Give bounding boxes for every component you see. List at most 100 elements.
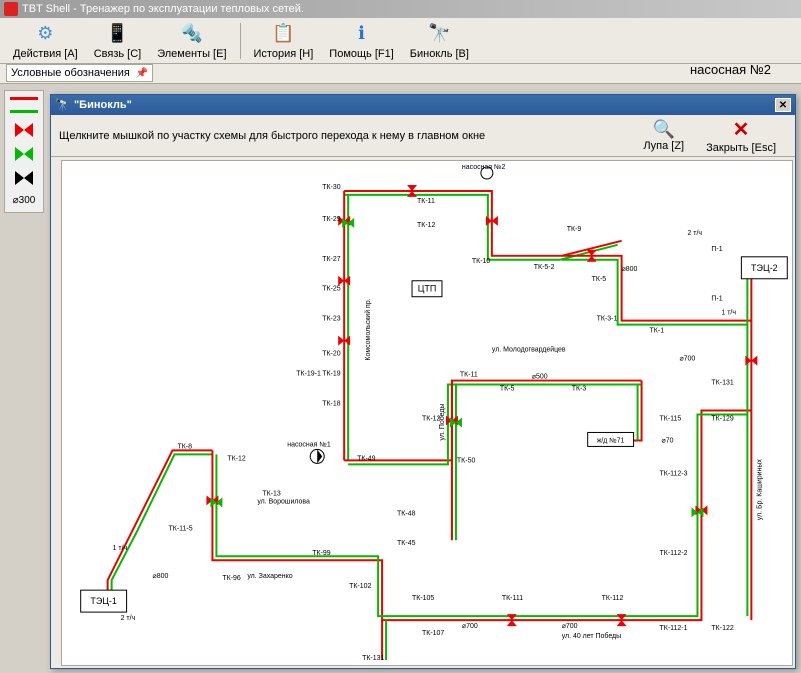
svg-text:ТК-19: ТК-19 [322,371,341,378]
tec1-label: ТЭЦ-1 [90,596,117,606]
pump1-label: насосная №1 [287,441,331,448]
svg-text:ул. Молодогвардейцев: ул. Молодогвардейцев [492,346,566,354]
svg-text:ул. Бр. Кашириных: ул. Бр. Кашириных [756,459,763,521]
svg-text:ТК-11-5: ТК-11-5 [169,525,193,532]
svg-text:ТК-112-1: ТК-112-1 [660,625,688,632]
svg-text:ТК-49: ТК-49 [357,455,376,462]
binocle-title-text: "Бинокль" [74,99,132,111]
svg-text:ТК-111: ТК-111 [502,595,523,602]
svg-text:Комсомольский пр.: Комсомольский пр. [364,298,372,360]
gear-icon: ⚙ [33,22,57,46]
svg-text:1 т/ч: 1 т/ч [113,545,128,552]
svg-text:ТК-11: ТК-11 [417,198,435,205]
schema-canvas[interactable]: ТЭЦ-1 ТЭЦ-2 ЦТП ж/д №71 насосная №1 насо… [61,160,793,666]
svg-text:ТК-8: ТК-8 [177,443,192,450]
history-icon: 📋 [271,22,295,46]
zhd71-label: ж/д №71 [597,437,625,444]
svg-text:ТК-3-1: ТК-3-1 [597,316,618,323]
svg-text:ТК-131: ТК-131 [711,380,733,387]
svg-text:ТК-102: ТК-102 [349,583,371,590]
actions-label: Действия [A] [13,48,78,60]
history-label: История [H] [254,48,314,60]
svg-text:ТК-12: ТК-12 [417,222,436,229]
svg-text:ТК-30: ТК-30 [322,184,341,191]
elements-button[interactable]: 🔩 Элементы [E] [150,19,233,63]
binoculars-label: Бинокль [B] [410,48,469,60]
svg-text:ТК-18: ТК-18 [322,401,341,408]
phone-icon: 📱 [105,22,129,46]
info-icon: ℹ [350,22,374,46]
svg-text:ТК-5: ТК-5 [592,276,607,283]
app-title: TBT Shell - Тренажер по эксплуатации теп… [22,3,304,15]
legend-valve-red-icon [15,123,33,137]
svg-text:ТК-48: ТК-48 [397,510,416,517]
svg-text:ул. Ворошилова: ул. Ворошилова [257,498,310,505]
svg-text:ТК-99: ТК-99 [312,550,331,557]
close-label: Закрыть [Esc] [706,142,776,154]
svg-text:⌀800: ⌀800 [622,266,638,273]
close-icon[interactable]: ✕ [775,98,791,112]
legend-valve-green-icon [15,147,33,161]
svg-text:ТК-27: ТК-27 [322,256,341,263]
app-icon [4,2,18,16]
svg-text:⌀70: ⌀70 [662,437,674,444]
svg-text:ТК-11: ТК-11 [460,372,478,379]
svg-text:П-1: П-1 [711,246,722,253]
legend-toggle[interactable]: Условные обозначения 📌 [6,64,153,82]
svg-text:2 т/ч: 2 т/ч [687,230,702,237]
svg-text:⌀700: ⌀700 [562,623,578,630]
svg-text:ТК-20: ТК-20 [322,351,341,358]
puzzle-icon: 🔩 [180,22,204,46]
svg-text:ТК-112: ТК-112 [602,595,624,602]
pump2-label: насосная №2 [462,164,506,171]
svg-text:ТК-131: ТК-131 [362,655,384,662]
close-button[interactable]: ✕ Закрыть [Esc] [695,114,787,157]
svg-text:ул. Победы: ул. Победы [438,404,446,441]
pump2-label: насосная №2 [690,62,771,77]
connection-label: Связь [C] [94,48,142,60]
svg-text:ул. 40 лет Победы: ул. 40 лет Победы [562,632,621,640]
svg-text:ТК-9: ТК-9 [567,226,582,233]
svg-text:ТК-3: ТК-3 [572,386,587,393]
zoom-button[interactable]: 🔍 Лупа [Z] [632,116,695,155]
svg-text:ТК-105: ТК-105 [412,595,434,602]
svg-text:ТК-129: ТК-129 [711,415,733,422]
actions-button[interactable]: ⚙ Действия [A] [6,19,85,63]
pin-icon: 📌 [136,68,148,79]
svg-text:2 т/ч: 2 т/ч [121,615,136,622]
chrome-bar: Условные обозначения 📌 насосная №2 [0,64,801,84]
svg-text:ТК-19-1: ТК-19-1 [296,371,321,378]
svg-text:ТК-122: ТК-122 [711,625,733,632]
legend-diameter: ⌀300 [13,195,36,206]
binocle-titlebar[interactable]: 🔭 "Бинокль" ✕ [51,95,795,115]
close-x-icon: ✕ [733,117,750,142]
help-button[interactable]: ℹ Помощь [F1] [322,19,401,63]
app-titlebar: TBT Shell - Тренажер по эксплуатации теп… [0,0,801,18]
svg-text:ТК-5: ТК-5 [500,386,515,393]
magnifier-icon: 🔍 [653,119,675,140]
connection-button[interactable]: 📱 Связь [C] [87,19,149,63]
svg-text:ТК-10: ТК-10 [472,258,491,265]
svg-text:ТК-112-3: ТК-112-3 [660,470,688,477]
help-label: Помощь [F1] [329,48,394,60]
tec2-label: ТЭЦ-2 [751,263,778,273]
svg-text:⌀800: ⌀800 [153,573,169,580]
legend-valve-black-icon [15,171,33,185]
legend-return-line [10,110,38,113]
binocle-toolbar: Щелкните мышкой по участку схемы для быс… [51,115,795,157]
history-button[interactable]: 📋 История [H] [247,19,321,63]
svg-text:ТК-1: ТК-1 [650,328,665,335]
svg-text:ТК-50: ТК-50 [457,457,476,464]
elements-label: Элементы [E] [157,48,226,60]
legend-panel: ⌀300 [4,90,44,213]
svg-text:ТК-112-2: ТК-112-2 [660,550,688,557]
svg-text:⌀700: ⌀700 [462,623,478,630]
binocle-window: 🔭 "Бинокль" ✕ Щелкните мышкой по участку… [50,94,796,669]
svg-text:ТК-12: ТК-12 [227,455,246,462]
toolbar-separator [240,23,241,59]
svg-text:1 т/ч: 1 т/ч [721,310,736,317]
svg-text:ТК-45: ТК-45 [397,540,416,547]
svg-text:ТК-107: ТК-107 [422,630,444,637]
binocle-hint: Щелкните мышкой по участку схемы для быс… [59,130,632,142]
binoculars-button[interactable]: 🔭 Бинокль [B] [403,19,476,63]
